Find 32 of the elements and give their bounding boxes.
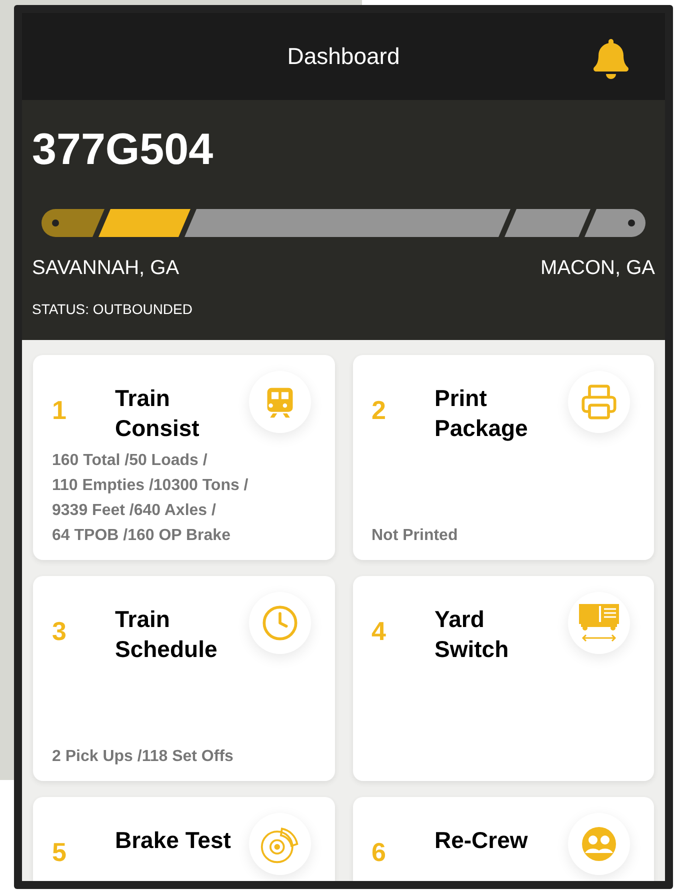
card-details: Not Printed [372, 526, 459, 546]
card-title: Re-Crew [434, 826, 528, 855]
status-label: STATUS: OUTBOUNDED [32, 300, 194, 319]
dashboard-card[interactable]: 2 Print Package Not Printed [352, 355, 654, 560]
card-title: Train Schedule [115, 605, 218, 664]
header-title: Dashboard [287, 42, 400, 72]
clock-icon [260, 604, 298, 642]
card-number: 1 [52, 394, 68, 427]
card-title: Brake Test [115, 826, 231, 855]
dashboard-card[interactable]: 1 Train Consist 160 Total /50 Loads / 110 Empties /10300 Tons / 9339 Feet /640 Axles / 64 TPOB /160 OP Brake [33, 355, 334, 560]
dashboard-card[interactable]: 3 Train Schedule 2 Pick Ups /118 Set Offs [33, 576, 334, 781]
dashboard-card[interactable]: 5 Brake Test [33, 797, 334, 881]
card-title: Train Consist [115, 384, 200, 443]
destination-label: MACON, GA [540, 256, 655, 281]
bell-icon [591, 39, 631, 79]
notification-bell-button[interactable] [591, 39, 631, 79]
card-number: 3 [52, 615, 68, 648]
card-number: 6 [372, 836, 387, 869]
card-number: 5 [52, 836, 68, 869]
printer-icon [580, 383, 618, 421]
dashboard-card[interactable]: 6 Re-Crew [352, 797, 654, 881]
card-details: 160 Total /50 Loads / 110 Empties /10300 Tons / 9339 Feet /640 Axles / 64 TPOB /160 OP Brake [52, 451, 250, 546]
card-title: Yard Switch [434, 605, 509, 664]
railcar-icon [579, 604, 619, 642]
card-number: 4 [372, 615, 387, 648]
card-details: 2 Pick Ups /118 Set Offs [52, 747, 234, 767]
origin-label: SAVANNAH, GA [32, 256, 180, 281]
dashboard-card[interactable]: 4 Yard Switch [352, 576, 654, 781]
card-number: 2 [372, 394, 387, 427]
train-id: 377G504 [32, 128, 214, 172]
card-title: Print Package [434, 384, 528, 443]
crew-icon [581, 826, 617, 862]
